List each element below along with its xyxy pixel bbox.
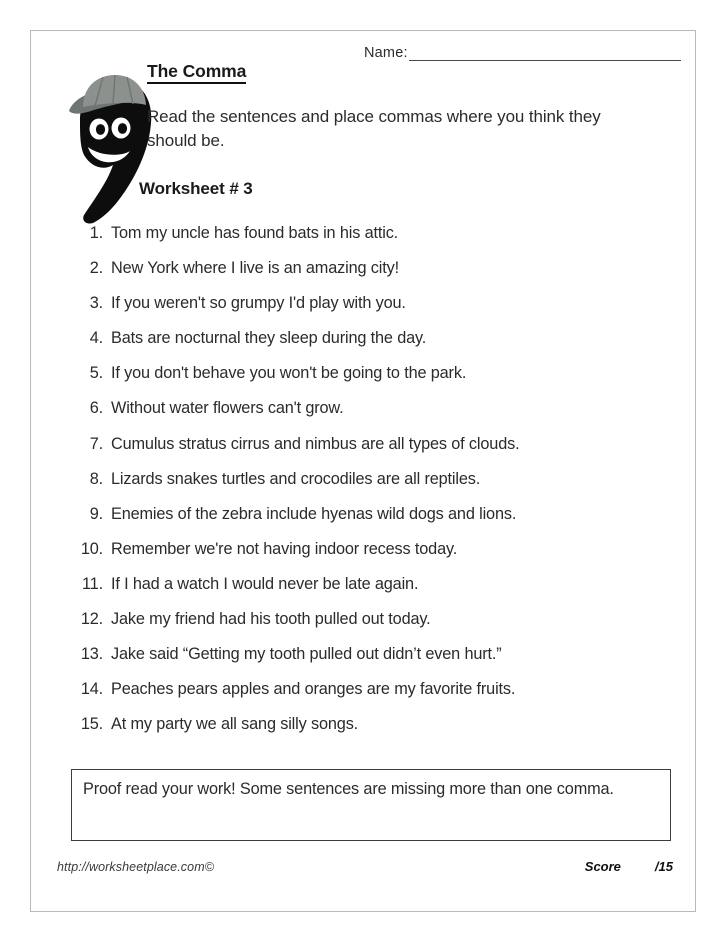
list-item-text: If you weren't so grumpy I'd play with y… [111,294,406,313]
list-item-number: 10. [80,539,103,558]
note-text: Proof read your work! Some sentences are… [83,780,614,798]
list-item-number: 9. [89,504,103,523]
score-label: Score [584,859,621,874]
list-item[interactable]: 10. Remember we're not having indoor rec… [73,541,673,576]
source-url[interactable]: http://worksheetplace.com© [57,860,214,874]
list-item-text: Enemies of the zebra include hyenas wild… [111,504,517,523]
list-item-text: If I had a watch I would never be late a… [111,574,419,593]
list-item-text: If you don't behave you won't be going t… [111,364,467,383]
list-item[interactable]: 1. Tom my uncle has found bats in his at… [73,225,673,260]
worksheet-page: Name: The Comma Read the sentences and p… [30,30,696,912]
score-field[interactable]: Score /15 [585,859,673,874]
list-item[interactable]: 14. Peaches pears apples and oranges are… [73,681,673,716]
list-item-number: 13. [80,645,103,664]
list-item-text: Bats are nocturnal they sleep during the… [111,329,427,348]
worksheet-number: Worksheet # 3 [139,179,253,198]
list-item-number: 3. [89,294,103,313]
name-input-rule[interactable] [408,47,681,61]
list-item[interactable]: 11. If I had a watch I would never be la… [73,576,673,611]
list-item-text: Remember we're not having indoor recess … [111,539,458,558]
list-item-number: 11. [82,574,103,593]
list-item-text: Without water flowers can't grow. [111,399,344,418]
name-field[interactable]: Name: [364,45,681,61]
list-item-text: Lizards snakes turtles and crocodiles ar… [111,469,481,488]
list-item-number: 15. [80,715,103,734]
list-item-number: 14. [80,680,103,699]
list-item-number: 4. [89,329,103,348]
list-item-text: At my party we all sang silly songs. [111,715,359,734]
list-item-number: 6. [89,399,103,418]
list-item[interactable]: 12. Jake my friend had his tooth pulled … [73,611,673,646]
list-item-text: New York where I live is an amazing city… [111,259,399,278]
list-item[interactable]: 15. At my party we all sang silly songs. [73,716,673,751]
instructions-text: Read the sentences and place commas wher… [147,107,601,151]
score-total: /15 [654,859,673,874]
list-item[interactable]: 13. Jake said “Getting my tooth pulled o… [73,646,673,681]
list-item-number: 7. [89,434,103,453]
list-item[interactable]: 5. If you don't behave you won't be goin… [73,365,673,400]
list-item[interactable]: 3. If you weren't so grumpy I'd play wit… [73,295,673,330]
list-item[interactable]: 8. Lizards snakes turtles and crocodiles… [73,469,673,506]
list-item-text: Jake said “Getting my tooth pulled out d… [111,645,502,664]
list-item[interactable]: 7. Cumulus stratus cirrus and nimbus are… [73,434,673,471]
list-item-number: 5. [89,364,103,383]
list-item-number: 8. [89,469,103,488]
list-item[interactable]: 4. Bats are nocturnal they sleep during … [73,330,673,365]
list-item-text: Cumulus stratus cirrus and nimbus are al… [111,434,520,453]
name-label: Name: [364,45,408,61]
list-item[interactable]: 6. Without water flowers can't grow. [73,400,673,435]
list-item[interactable]: 2. New York where I live is an amazing c… [73,260,673,295]
question-list: 1. Tom my uncle has found bats in his at… [73,225,673,751]
note-box: Proof read your work! Some sentences are… [71,769,671,841]
page-title: The Comma [147,61,246,85]
list-item-text: Tom my uncle has found bats in his attic… [111,224,399,242]
page-footer: http://worksheetplace.com© Score /15 [57,859,673,874]
list-item[interactable]: 9. Enemies of the zebra include hyenas w… [73,504,673,541]
list-item-number: 12. [80,610,103,629]
list-item-text: Jake my friend had his tooth pulled out … [111,610,431,629]
list-item-text: Peaches pears apples and oranges are my … [111,680,516,699]
list-item-number: 2. [89,259,103,278]
list-item-number: 1. [89,224,103,242]
